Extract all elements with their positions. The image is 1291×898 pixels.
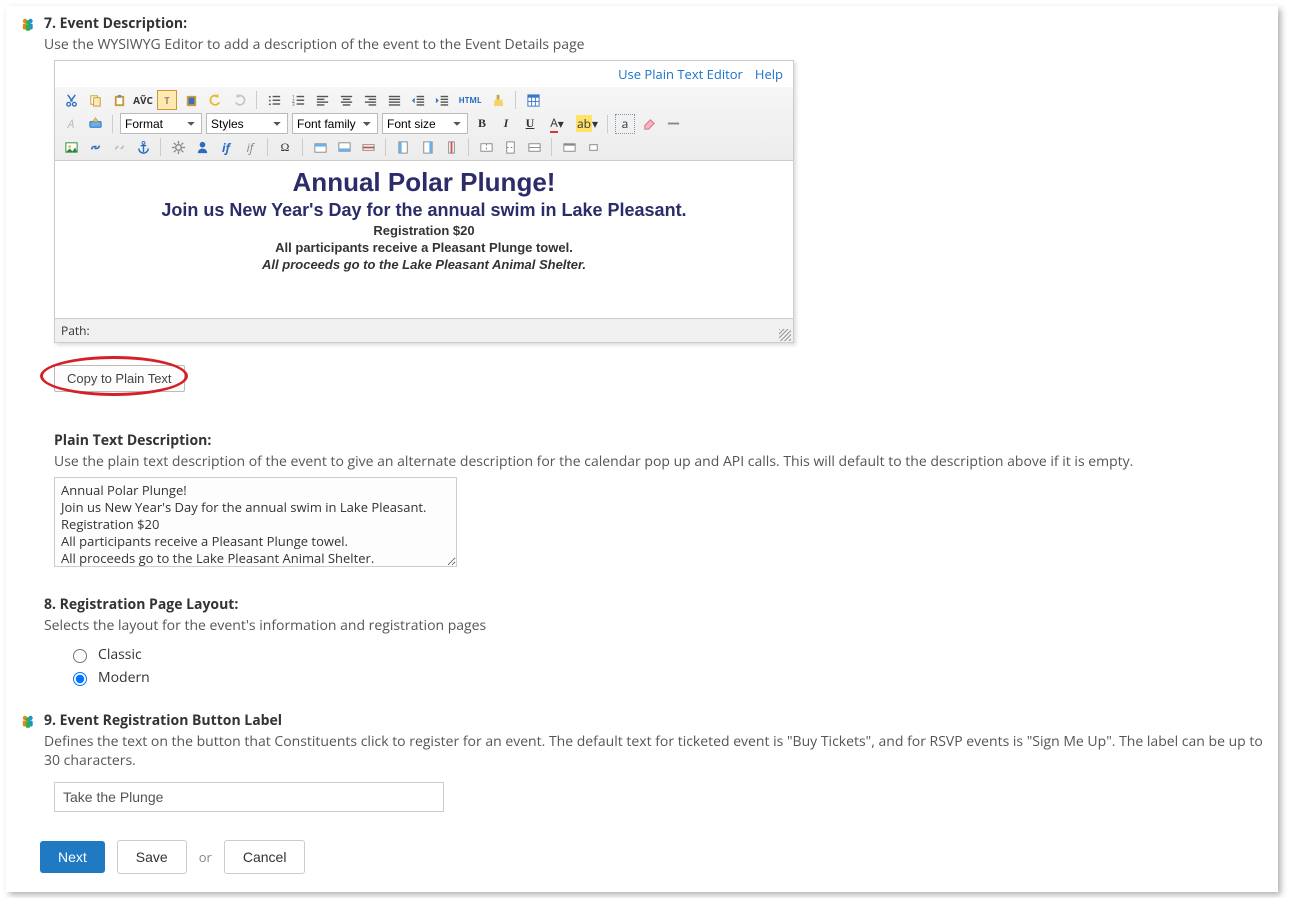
link-icon[interactable] (85, 137, 105, 157)
spellcheck-icon[interactable]: AṼC (133, 90, 153, 110)
format-select[interactable]: Format (120, 113, 202, 134)
people-icon (20, 17, 36, 33)
next-button[interactable]: Next (40, 841, 105, 873)
outdent-icon[interactable] (408, 90, 428, 110)
plain-text-textarea[interactable]: Annual Polar Plunge! Join us New Year's … (54, 477, 457, 567)
bold-button[interactable]: B (472, 114, 492, 134)
plain-text-subtitle: Use the plain text description of the ev… (54, 452, 1264, 471)
or-text: or (199, 848, 212, 866)
plain-text-label: Plain Text Description: (54, 431, 1264, 450)
layout-classic-label: Classic (98, 645, 142, 664)
content-line-1: Registration $20 (63, 223, 785, 238)
italic-button[interactable]: I (496, 114, 516, 134)
paste-text-icon[interactable]: T (157, 90, 177, 110)
editor-path-bar: Path: (55, 318, 793, 342)
if-button[interactable]: if (216, 137, 236, 157)
col-before-icon[interactable] (393, 137, 413, 157)
merge-cells-icon[interactable] (524, 137, 544, 157)
save-button[interactable]: Save (117, 840, 187, 874)
html-button[interactable]: HTML (456, 90, 484, 110)
special-char-icon[interactable]: Ω (275, 137, 295, 157)
anchor-icon[interactable] (133, 137, 153, 157)
eraser-icon[interactable] (639, 114, 659, 134)
align-justify-icon[interactable] (384, 90, 404, 110)
font-size-select[interactable]: Font size (382, 113, 468, 134)
delete-col-icon[interactable] (441, 137, 461, 157)
unlink-icon[interactable] (109, 137, 129, 157)
if-italic-button[interactable]: if (240, 137, 260, 157)
section-9-subtitle: Defines the text on the button that Cons… (44, 732, 1264, 770)
wysiwyg-editor: Use Plain Text Editor Help AṼC T (54, 60, 794, 343)
paste-icon[interactable] (109, 90, 129, 110)
highlight-color-button[interactable]: ab ▾ (574, 114, 600, 134)
split-vert-icon[interactable] (500, 137, 520, 157)
section-8-title: 8. Registration Page Layout: (44, 595, 486, 614)
find-icon[interactable] (85, 114, 105, 134)
select-all-icon[interactable]: a (615, 114, 635, 134)
editor-content-area[interactable]: Annual Polar Plunge! Join us New Year's … (55, 161, 793, 318)
user-icon[interactable] (192, 137, 212, 157)
underline-button[interactable]: U (520, 114, 540, 134)
align-left-icon[interactable] (312, 90, 332, 110)
delete-row-icon[interactable] (358, 137, 378, 157)
section-7-title: 7. Event Description: (44, 14, 585, 33)
people-icon (20, 714, 36, 730)
undo-icon[interactable] (205, 90, 225, 110)
cell-props-icon[interactable] (583, 137, 603, 157)
layout-modern-label: Modern (98, 668, 150, 687)
row-after-icon[interactable] (334, 137, 354, 157)
redo-icon[interactable] (229, 90, 249, 110)
hr-icon[interactable] (663, 114, 683, 134)
cleanup-icon[interactable] (488, 90, 508, 110)
row-before-icon[interactable] (310, 137, 330, 157)
content-heading: Annual Polar Plunge! (63, 167, 785, 198)
font-family-select[interactable]: Font family (292, 113, 378, 134)
content-line-2: All participants receive a Pleasant Plun… (63, 240, 785, 255)
layout-classic-radio[interactable]: Classic (68, 645, 1264, 664)
help-link[interactable]: Help (755, 65, 783, 83)
split-horiz-icon[interactable] (476, 137, 496, 157)
styles-select[interactable]: Styles (206, 113, 288, 134)
section-8-subtitle: Selects the layout for the event's infor… (44, 616, 486, 635)
cut-icon[interactable] (61, 90, 81, 110)
resize-handle-icon[interactable] (779, 329, 791, 341)
copy-icon[interactable] (85, 90, 105, 110)
gear-icon[interactable] (168, 137, 188, 157)
svg-text:3: 3 (291, 102, 294, 108)
ol-icon[interactable]: 123 (288, 90, 308, 110)
ul-icon[interactable] (264, 90, 284, 110)
button-label-input[interactable] (54, 782, 444, 812)
layout-modern-radio[interactable]: Modern (68, 668, 1264, 687)
col-after-icon[interactable] (417, 137, 437, 157)
align-right-icon[interactable] (360, 90, 380, 110)
table-props-icon[interactable] (559, 137, 579, 157)
cancel-button[interactable]: Cancel (224, 840, 306, 874)
path-label: Path: (61, 322, 90, 339)
align-center-icon[interactable] (336, 90, 356, 110)
copy-to-plain-text-button[interactable]: Copy to Plain Text (54, 365, 185, 392)
image-icon[interactable] (61, 137, 81, 157)
paste-word-icon[interactable] (181, 90, 201, 110)
table-icon[interactable] (523, 90, 543, 110)
remove-format-icon[interactable]: A (61, 114, 81, 134)
text-color-button[interactable]: A ▾ (544, 114, 570, 134)
indent-icon[interactable] (432, 90, 452, 110)
content-line-3: All proceeds go to the Lake Pleasant Ani… (63, 257, 785, 272)
section-7-subtitle: Use the WYSIWYG Editor to add a descript… (44, 35, 585, 54)
section-9-title: 9. Event Registration Button Label (44, 711, 1264, 730)
use-plain-text-link[interactable]: Use Plain Text Editor (618, 65, 743, 83)
content-subheading: Join us New Year's Day for the annual sw… (63, 200, 785, 221)
